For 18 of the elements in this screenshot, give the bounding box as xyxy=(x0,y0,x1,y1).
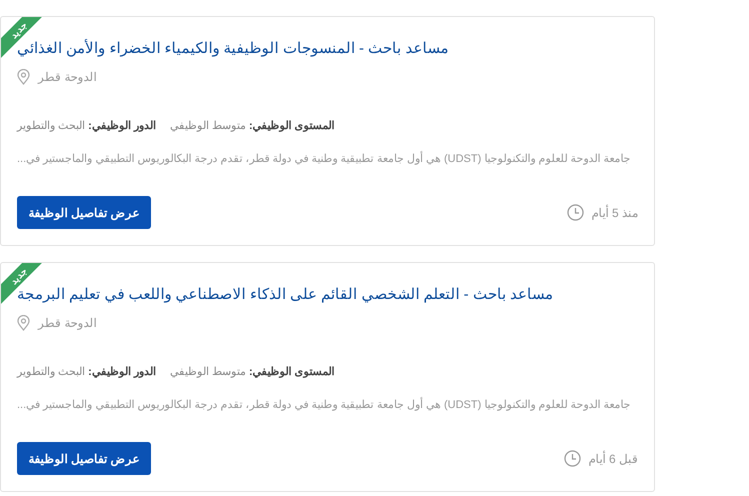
location-text: الدوحة قطر xyxy=(38,70,96,84)
location-text: الدوحة قطر xyxy=(38,316,96,330)
job-attribute: الدور الوظيفي: البحث والتطوير xyxy=(17,365,156,378)
view-details-button[interactable]: عرض تفاصيل الوظيفة xyxy=(17,196,151,229)
job-attribute: المستوى الوظيفي: متوسط الوظيفي xyxy=(170,365,335,378)
clock-icon xyxy=(564,450,581,467)
location-pin-icon xyxy=(17,69,30,85)
view-details-button[interactable]: عرض تفاصيل الوظيفة xyxy=(17,442,151,475)
job-title-link[interactable]: مساعد باحث - التعلم الشخصي القائم على الذكاء الاصطناعي واللعب في تعليم البرمجة xyxy=(17,285,554,303)
job-attribute: الدور الوظيفي: البحث والتطوير xyxy=(17,119,156,132)
job-description: جامعة الدوحة للعلوم والتكنولوجيا (UDST) هي أول جامعة تطبيقية وطنية في دولة قطر، تقدم درجة البكالوريوس التطبيقي والماجستير في... xyxy=(17,152,630,165)
job-description: جامعة الدوحة للعلوم والتكنولوجيا (UDST) هي أول جامعة تطبيقية وطنية في دولة قطر، تقدم درجة البكالوريوس التطبيقي والماجستير في... xyxy=(17,398,630,411)
job-attribute: المستوى الوظيفي: متوسط الوظيفي xyxy=(170,119,335,132)
posted-time: قبل 6 أيام xyxy=(588,452,638,466)
clock-icon xyxy=(566,204,584,221)
location-pin-icon xyxy=(17,315,30,331)
job-title-link[interactable]: مساعد باحث - المنسوجات الوظيفية والكيمياء الخضراء والأمن الغذائي xyxy=(17,39,448,57)
posted-time: منذ 5 أيام xyxy=(592,206,638,220)
